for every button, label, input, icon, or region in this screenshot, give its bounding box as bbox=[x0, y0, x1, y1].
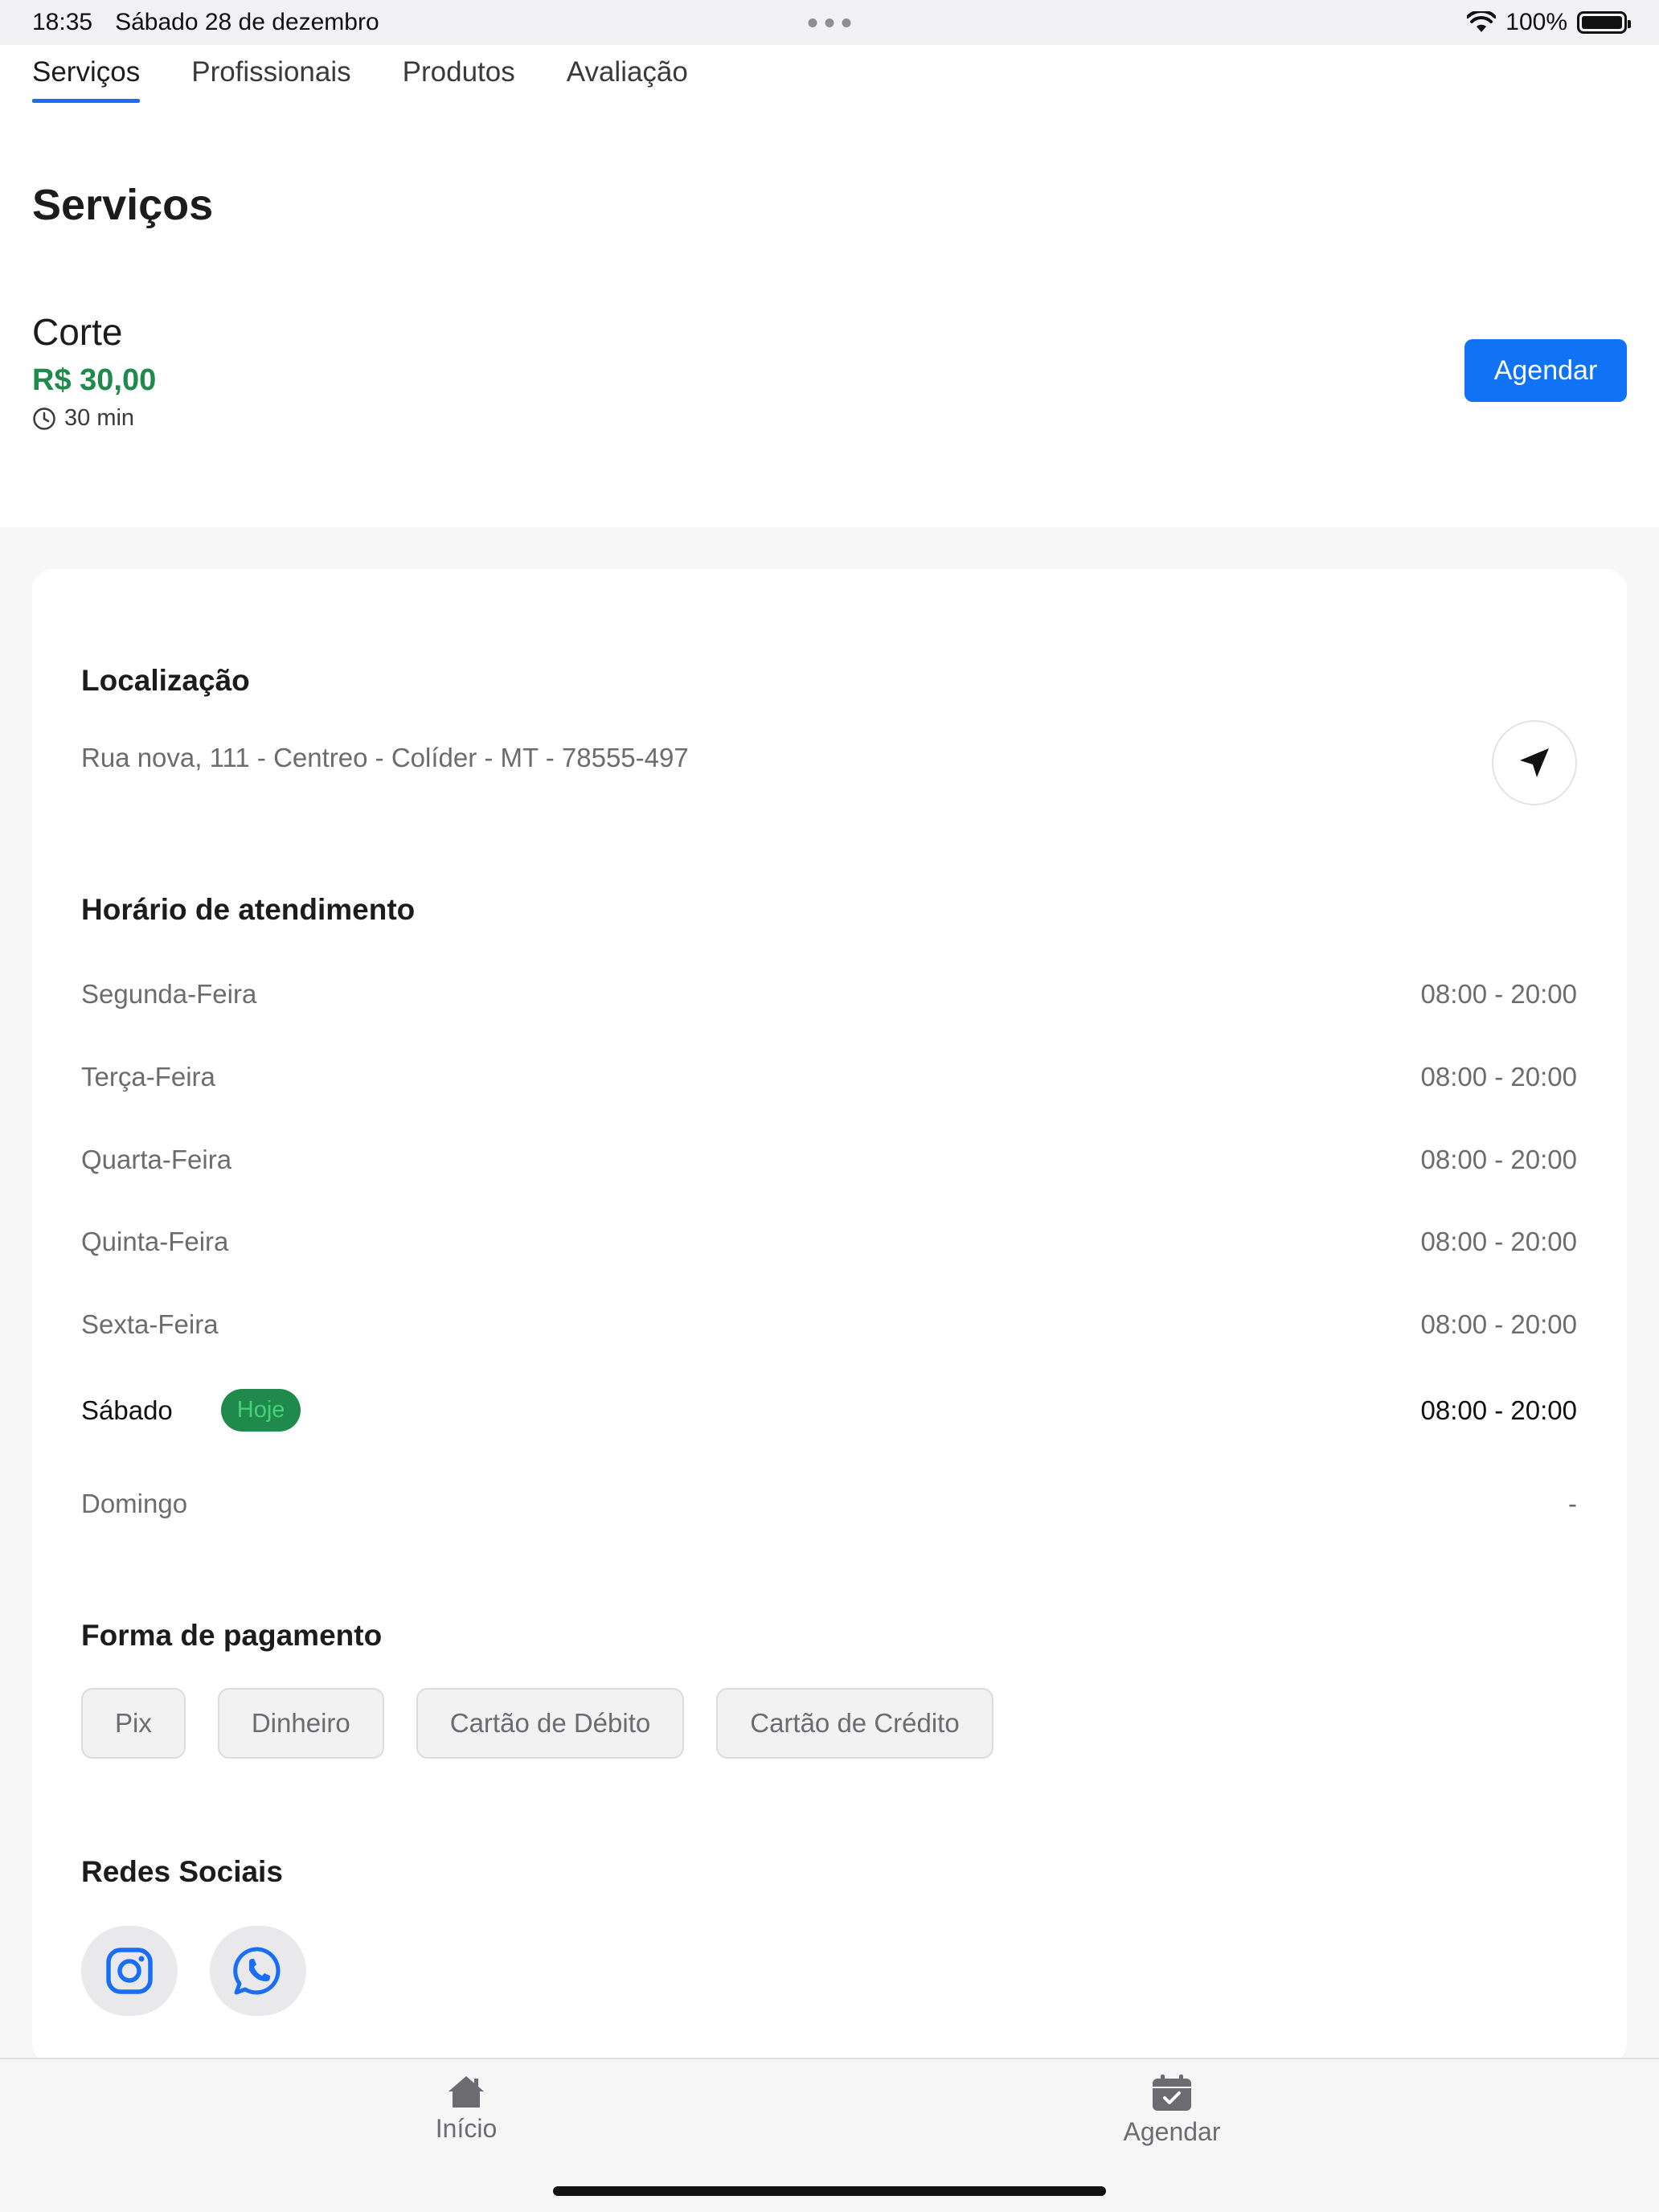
info-card: Localização Rua nova, 111 - Centreo - Co… bbox=[32, 569, 1627, 2064]
hours-row-domingo: Domingo - bbox=[81, 1489, 1577, 1519]
navigate-button[interactable] bbox=[1492, 720, 1577, 805]
hours-day: Terça-Feira bbox=[81, 1062, 215, 1092]
hours-time: - bbox=[1568, 1489, 1577, 1518]
hours-heading: Horário de atendimento bbox=[81, 893, 416, 926]
hours-row-terca: Terça-Feira 08:00 - 20:00 bbox=[81, 1062, 1577, 1092]
hours-day: Quinta-Feira bbox=[81, 1227, 229, 1256]
tabbar-label-inicio: Início bbox=[435, 2114, 498, 2143]
payment-chip-debito[interactable]: Cartão de Débito bbox=[416, 1688, 685, 1759]
battery-icon bbox=[1577, 11, 1631, 34]
address-text: Rua nova, 111 - Centreo - Colíder - MT -… bbox=[81, 743, 689, 772]
tab-servicos[interactable]: Serviços bbox=[32, 56, 141, 103]
hours-day: Sábado bbox=[81, 1395, 173, 1425]
hours-time: 08:00 - 20:00 bbox=[1420, 1395, 1578, 1425]
home-indicator[interactable] bbox=[553, 2186, 1106, 2196]
status-right: 100% bbox=[1467, 9, 1631, 36]
agendar-button[interactable]: Agendar bbox=[1464, 339, 1627, 402]
tabbar-label-agendar: Agendar bbox=[1123, 2117, 1221, 2146]
hours-time: 08:00 - 20:00 bbox=[1420, 1145, 1578, 1174]
service-duration-label: 30 min bbox=[64, 405, 135, 431]
multitasking-dots-icon[interactable] bbox=[808, 18, 851, 27]
hours-day: Segunda-Feira bbox=[81, 979, 257, 1009]
payment-chip-dinheiro[interactable]: Dinheiro bbox=[217, 1688, 384, 1759]
tabbar-item-agendar[interactable]: Agendar bbox=[1108, 2074, 1236, 2147]
hours-time: 08:00 - 20:00 bbox=[1420, 1062, 1578, 1092]
service-name: Corte bbox=[32, 311, 123, 353]
hours-row-sabado: Sábado Hoje 08:00 - 20:00 bbox=[81, 1389, 1577, 1432]
status-bar: 18:35 Sábado 28 de dezembro 100% bbox=[0, 0, 1659, 45]
payment-heading: Forma de pagamento bbox=[81, 1619, 383, 1652]
service-duration: 30 min bbox=[32, 405, 134, 432]
whatsapp-button[interactable] bbox=[210, 1926, 306, 2016]
hours-day: Domingo bbox=[81, 1489, 188, 1518]
hours-row-quarta: Quarta-Feira 08:00 - 20:00 bbox=[81, 1145, 1577, 1175]
payment-chip-credito[interactable]: Cartão de Crédito bbox=[716, 1688, 993, 1759]
instagram-icon bbox=[106, 1948, 153, 1994]
clock-icon bbox=[33, 407, 55, 430]
today-badge: Hoje bbox=[220, 1389, 301, 1432]
hours-day: Sexta-Feira bbox=[81, 1309, 219, 1339]
payment-methods: Pix Dinheiro Cartão de Débito Cartão de … bbox=[81, 1688, 993, 1759]
top-area: Serviços Profissionais Produtos Avaliaçã… bbox=[0, 45, 1659, 527]
social-links bbox=[81, 1926, 306, 2016]
tab-avaliacao[interactable]: Avaliação bbox=[567, 56, 688, 103]
page-title: Serviços bbox=[32, 181, 214, 229]
navigation-arrow-icon bbox=[1520, 748, 1549, 777]
hours-row-sexta: Sexta-Feira 08:00 - 20:00 bbox=[81, 1309, 1577, 1340]
tabbar-item-inicio[interactable]: Início bbox=[402, 2074, 530, 2144]
service-price: R$ 30,00 bbox=[32, 363, 157, 397]
whatsapp-icon bbox=[233, 1947, 281, 1995]
bottom-tab-bar: Início Agendar bbox=[0, 2058, 1659, 2164]
hours-day: Quarta-Feira bbox=[81, 1145, 232, 1174]
hours-time: 08:00 - 20:00 bbox=[1420, 979, 1578, 1009]
hours-row-quinta: Quinta-Feira 08:00 - 20:00 bbox=[81, 1227, 1577, 1257]
wifi-icon bbox=[1467, 11, 1497, 32]
home-icon bbox=[449, 2076, 484, 2108]
status-date: Sábado 28 de dezembro bbox=[115, 9, 379, 35]
hours-time: 08:00 - 20:00 bbox=[1420, 1309, 1578, 1339]
calendar-check-icon bbox=[1153, 2075, 1191, 2111]
segment-tabs: Serviços Profissionais Produtos Avaliaçã… bbox=[32, 56, 688, 103]
payment-chip-pix[interactable]: Pix bbox=[81, 1688, 186, 1759]
tab-produtos[interactable]: Produtos bbox=[403, 56, 515, 103]
hours-row-segunda: Segunda-Feira 08:00 - 20:00 bbox=[81, 979, 1577, 1010]
location-heading: Localização bbox=[81, 664, 250, 697]
tab-profissionais[interactable]: Profissionais bbox=[191, 56, 350, 103]
social-heading: Redes Sociais bbox=[81, 1855, 283, 1888]
hours-time: 08:00 - 20:00 bbox=[1420, 1227, 1578, 1256]
status-time: 18:35 bbox=[32, 9, 93, 35]
instagram-button[interactable] bbox=[81, 1926, 178, 2016]
battery-percent: 100% bbox=[1505, 9, 1567, 35]
